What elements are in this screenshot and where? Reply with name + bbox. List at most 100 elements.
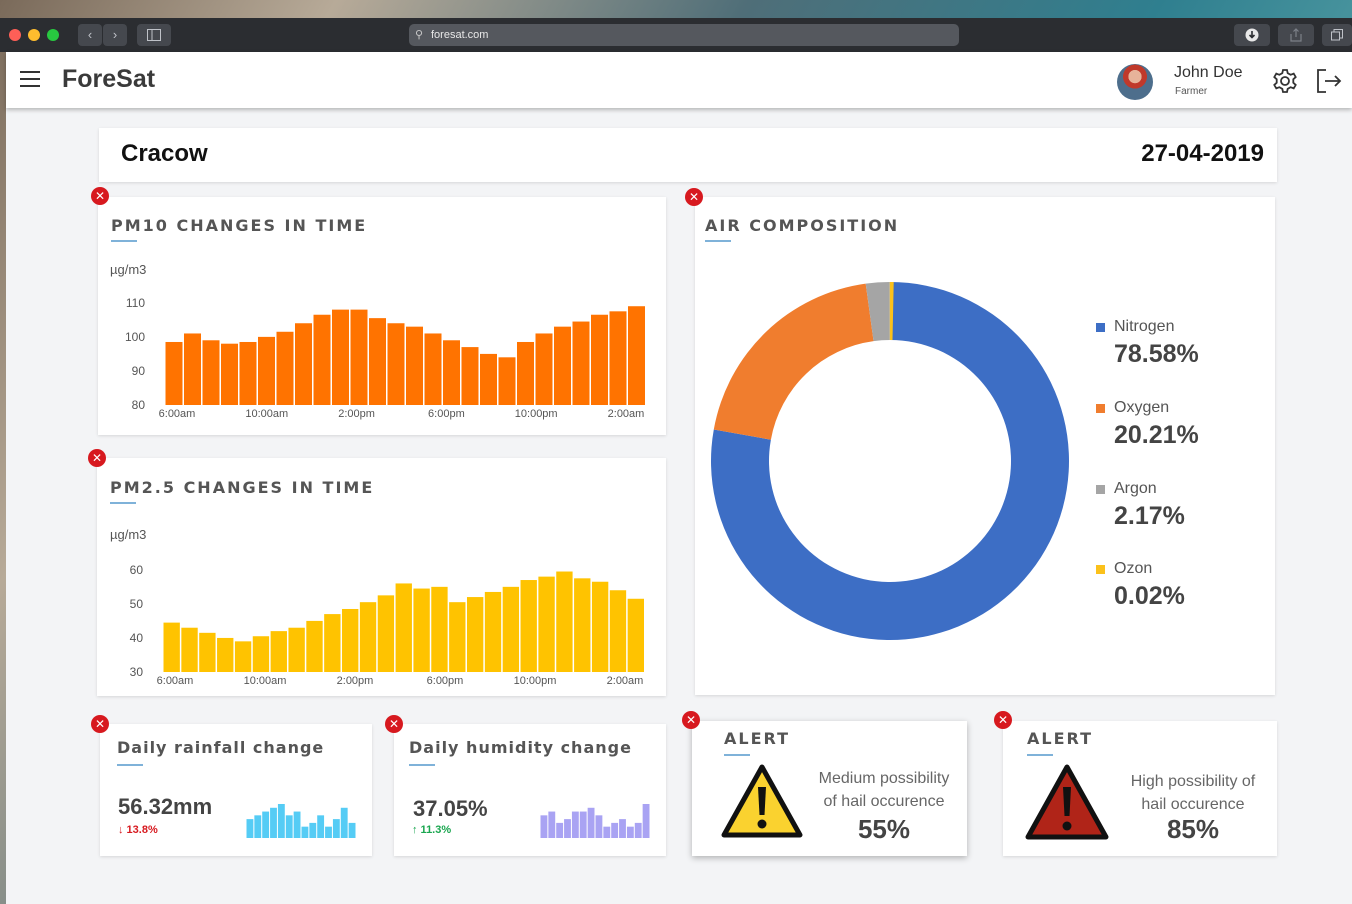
spark-bar [595,815,603,838]
close-humidity-card-button[interactable]: ✕ [385,715,403,733]
legend-value-nitrogen: 78.58% [1114,340,1199,368]
humidity-title: Daily humidity change [409,738,632,757]
user-role: Farmer [1175,86,1208,97]
bar [202,340,220,405]
bar [538,576,555,672]
bar [359,602,377,672]
bar [627,598,644,672]
share-icon [1290,28,1302,42]
tabs-button[interactable] [1322,24,1352,46]
bar [443,340,460,405]
window-minimize-button[interactable] [28,29,40,41]
bar [234,641,252,672]
alert-text-line2: of hail occurence [823,793,945,810]
air-title: AIR COMPOSITION [705,216,900,235]
back-button[interactable]: ‹ [78,24,102,46]
spark-bar [317,815,325,838]
alert-text-line1: Medium possibility [818,770,950,787]
window-maximize-button[interactable] [47,29,59,41]
spark-bar [340,807,348,838]
app-window: ForeSat John Doe Farmer Cracow 27-04-201… [6,52,1352,904]
bar [387,323,405,405]
bar [221,343,238,405]
bar [554,326,571,405]
logout-icon[interactable] [1315,68,1343,94]
spark-bar [254,815,262,838]
spark-bar [540,815,548,838]
bar [165,341,183,405]
bar [295,323,312,405]
legend-value-argon: 2.17% [1114,502,1185,530]
spark-bar [309,822,317,838]
bar [332,309,349,405]
spark-bar [579,811,587,838]
sidebar-toggle-button[interactable] [137,24,171,46]
avatar[interactable] [1117,64,1153,100]
bar [239,341,257,405]
close-pm10-card-button[interactable]: ✕ [91,187,109,205]
location-bar: Cracow 27-04-2019 [99,128,1277,182]
bar [517,341,534,405]
y-tick-label: 30 [130,665,144,679]
y-tick-label: 90 [132,364,146,378]
address-bar[interactable]: ⚲ foresat.com [409,24,959,46]
spark-bar [642,804,650,838]
x-tick-label: 6:00am [157,675,194,687]
legend-label-argon: Argon [1114,480,1157,497]
spark-bar [587,807,595,838]
menu-icon[interactable] [20,71,40,87]
bar [252,636,270,672]
bar [199,632,216,672]
y-tick-label: 80 [132,398,146,412]
pm25-chart: 30 40 50 60 6:00am 10:00am 2:00pm 6:00pm 10:00pm… [130,563,644,687]
user-name: John Doe [1174,64,1243,81]
bar [258,336,275,405]
pm25-card: PM2.5 CHANGES IN TIME µg/m3 30 40 50 60 6:00… [97,458,666,696]
x-tick-label: 10:00am [244,675,287,687]
close-rainfall-card-button[interactable]: ✕ [91,715,109,733]
spark-bar [301,826,309,838]
download-icon [1245,28,1259,42]
bar [324,614,341,672]
sidebar-icon [147,29,161,41]
close-alert2-button[interactable]: ✕ [994,711,1012,729]
spark-bar [634,822,642,838]
close-pm25-card-button[interactable]: ✕ [88,449,106,467]
bar [572,321,590,405]
legend-label-ozon: Ozon [1114,560,1153,577]
close-alert1-button[interactable]: ✕ [682,711,700,729]
title-underline [409,764,435,766]
tabs-icon [1331,29,1343,41]
bar [395,583,412,672]
bar [377,595,395,672]
rainfall-delta: ↓ 13.8% [118,824,158,836]
bar [306,620,323,672]
x-tick-label: 2:00am [607,675,644,687]
spark-bar [564,819,571,838]
alert-card-high: ALERT High possibility of hail occurence… [1003,721,1277,856]
rainfall-sparkbars [246,804,356,838]
bar [276,331,294,405]
close-air-card-button[interactable]: ✕ [685,188,703,206]
x-tick-label: 6:00pm [428,408,465,420]
spark-bar [293,811,301,838]
pm25-unit: µg/m3 [110,527,147,542]
y-tick-label: 50 [130,597,144,611]
bar [313,314,331,405]
gear-icon[interactable] [1272,68,1298,94]
forward-button[interactable]: › [103,24,127,46]
spark-bar [619,819,626,838]
bar [591,314,608,405]
window-close-button[interactable] [9,29,21,41]
bar [480,353,497,405]
x-tick-label: 10:00pm [514,675,557,687]
alert-percentage: 85% [1166,814,1220,844]
x-tick-label: 6:00am [159,408,196,420]
humidity-card: Daily humidity change 37.05% ↑ 11.3% [394,724,666,856]
legend-swatch-ozon [1096,565,1105,574]
title-underline [110,502,136,504]
rainfall-card: Daily rainfall change 56.32mm ↓ 13.8% [100,724,372,856]
share-button[interactable] [1278,24,1314,46]
downloads-button[interactable] [1234,24,1270,46]
danger-icon [1025,764,1109,840]
